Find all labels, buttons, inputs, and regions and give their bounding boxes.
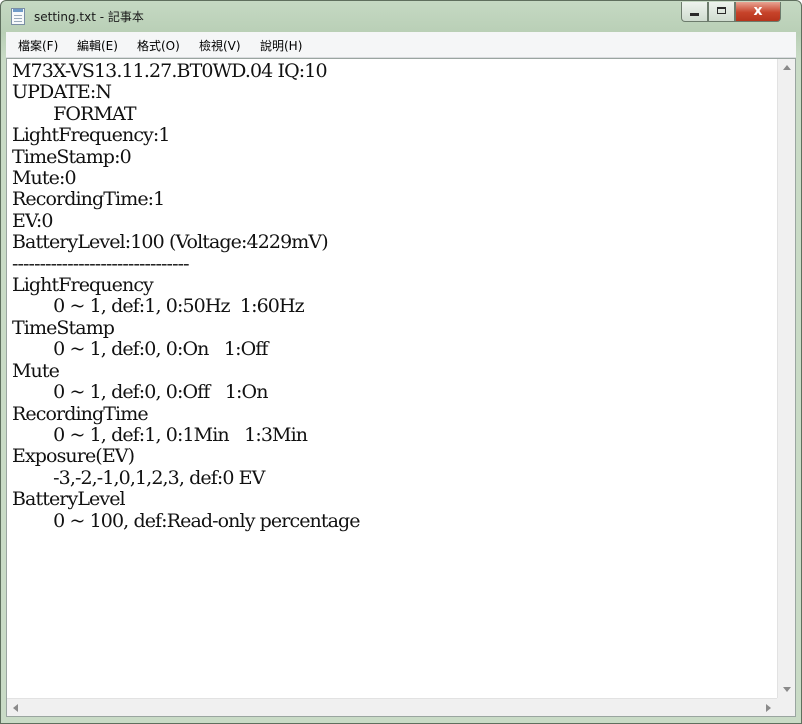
text-line: M73X-VS13.11.27.BT0WD.04 IQ:10 xyxy=(12,60,328,82)
text-line: 0 ~ 100, def:Read-only percentage xyxy=(12,509,360,532)
vertical-scrollbar[interactable] xyxy=(777,59,795,698)
scroll-up-icon[interactable] xyxy=(783,65,791,70)
text-line: FORMAT xyxy=(12,102,136,125)
text-line: BatteryLevel:100 (Voltage:4229mV) xyxy=(12,231,329,254)
menu-format[interactable]: 格式(O) xyxy=(137,37,180,54)
scroll-left-icon[interactable] xyxy=(13,704,18,712)
text-line: TimeStamp xyxy=(12,316,115,339)
document-text[interactable]: M73X-VS13.11.27.BT0WD.04 IQ:10 UPDATE:N … xyxy=(7,59,777,532)
text-line: -3,-2,-1,0,1,2,3, def:0 EV xyxy=(12,466,265,489)
minimize-button[interactable] xyxy=(681,2,708,22)
text-line: BatteryLevel xyxy=(12,488,126,511)
text-line: Mute:0 xyxy=(12,167,77,190)
menu-edit[interactable]: 編輯(E) xyxy=(77,37,118,54)
menu-help[interactable]: 說明(H) xyxy=(260,37,302,54)
window-title: setting.txt - 記事本 xyxy=(34,10,144,24)
scrollbar-corner xyxy=(777,698,795,716)
text-line: RecordingTime xyxy=(12,402,149,425)
text-line: RecordingTime:1 xyxy=(12,188,165,211)
notepad-icon[interactable] xyxy=(11,8,25,25)
text-line: 0 ~ 1, def:1, 0:50Hz 1:60Hz xyxy=(12,295,305,318)
close-icon: x xyxy=(753,3,763,19)
text-line: TimeStamp:0 xyxy=(12,145,132,168)
minimize-icon xyxy=(690,13,699,16)
maximize-icon xyxy=(717,7,726,14)
text-line: -------------------------------- xyxy=(12,252,190,275)
title-bar[interactable]: setting.txt - 記事本 x xyxy=(1,1,801,31)
horizontal-scrollbar[interactable] xyxy=(7,698,777,716)
text-line: LightFrequency:1 xyxy=(12,124,170,147)
text-line: 0 ~ 1, def:0, 0:Off 1:On xyxy=(12,381,268,404)
menu-bar: 檔案(F) 編輯(E) 格式(O) 檢視(V) 說明(H) xyxy=(6,32,796,58)
close-button[interactable]: x xyxy=(735,2,781,22)
text-editor[interactable]: M73X-VS13.11.27.BT0WD.04 IQ:10 UPDATE:N … xyxy=(7,59,777,698)
text-line: Mute xyxy=(12,359,60,382)
text-line: 0 ~ 1, def:0, 0:On 1:Off xyxy=(12,338,268,361)
text-line: UPDATE:N xyxy=(12,81,112,104)
text-line: LightFrequency xyxy=(12,274,154,297)
text-line: EV:0 xyxy=(12,209,53,232)
notepad-window: setting.txt - 記事本 x 檔案(F) 編輯(E) 格式(O) 檢視… xyxy=(0,0,802,724)
scroll-right-icon[interactable] xyxy=(766,704,771,712)
maximize-button[interactable] xyxy=(708,2,735,22)
scroll-down-icon[interactable] xyxy=(783,687,791,692)
text-line: 0 ~ 1, def:1, 0:1Min 1:3Min xyxy=(12,423,308,446)
menu-file[interactable]: 檔案(F) xyxy=(18,37,58,54)
editor-area: M73X-VS13.11.27.BT0WD.04 IQ:10 UPDATE:N … xyxy=(6,58,796,717)
text-line: Exposure(EV) xyxy=(12,445,135,468)
menu-view[interactable]: 檢視(V) xyxy=(199,37,241,54)
